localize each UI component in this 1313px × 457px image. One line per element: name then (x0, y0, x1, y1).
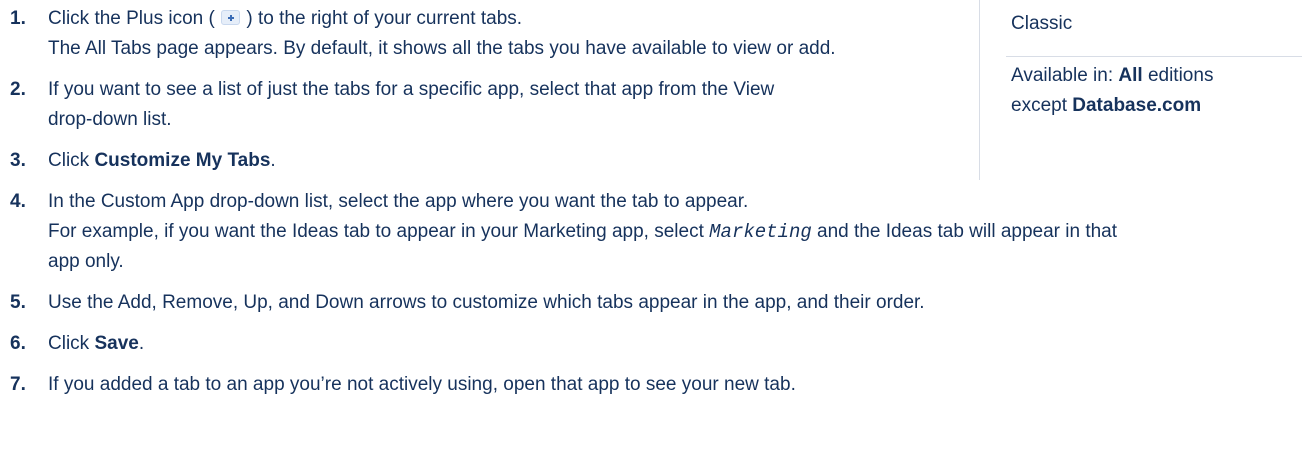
marketing-code-text: Marketing (709, 221, 812, 243)
availability-line-1: Available in: All editions (1011, 61, 1213, 91)
step-body: In the Custom App drop-down list, select… (48, 187, 1117, 277)
step-6-pre: Click (48, 333, 95, 354)
save-label: Save (94, 333, 139, 354)
availability-text: Available in: All editions except Databa… (1011, 61, 1213, 121)
except-database: Database.com (1072, 95, 1202, 116)
edition-sidebar: Classic Available in: All editions excep… (979, 0, 1313, 180)
step-1-line-1: Click the Plus icon ( ) to the right of … (48, 4, 836, 34)
availability-line-2: except Database.com (1011, 91, 1213, 121)
step-6-line: Click Save. (48, 329, 144, 359)
step-6-post: . (138, 333, 145, 354)
step-2-line-2: drop-down list. (48, 109, 172, 130)
except-prefix: except (1011, 95, 1073, 116)
step-number: 2. (10, 79, 26, 100)
step-4-line-2: For example, if you want the Ideas tab t… (48, 217, 1117, 247)
edition-label: Classic (1011, 13, 1073, 34)
step-3-line: Click Customize My Tabs. (48, 146, 276, 176)
availability-suffix: editions (1142, 65, 1214, 86)
step-number: 6. (10, 333, 26, 354)
availability-all: All (1118, 65, 1143, 86)
step-4-line-3: app only. (48, 251, 124, 272)
step-3-post: . (270, 150, 276, 171)
step-number: 3. (10, 150, 26, 171)
step-number: 5. (10, 292, 26, 313)
step-body: Click Customize My Tabs. (48, 146, 276, 176)
step-1-line-2: The All Tabs page appears. By default, i… (48, 38, 836, 59)
step-3-pre: Click (48, 150, 95, 171)
step-number: 7. (10, 374, 26, 395)
step-4-text-a: For example, if you want the Ideas tab t… (48, 221, 710, 242)
step-number: 4. (10, 191, 26, 212)
customize-my-tabs-label: Customize My Tabs (94, 150, 271, 171)
step-body: Use the Add, Remove, Up, and Down arrows… (48, 288, 925, 318)
step-1-text-a: Click the Plus icon ( (48, 8, 215, 29)
step-1-text-b: ) to the right of your current tabs. (246, 8, 523, 29)
availability-prefix: Available in: (1011, 65, 1119, 86)
plus-icon (221, 10, 241, 25)
step-body: If you added a tab to an app you’re not … (48, 370, 796, 400)
step-body: If you want to see a list of just the ta… (48, 75, 774, 135)
step-body: Click the Plus icon ( ) to the right of … (48, 4, 836, 64)
sidebar-divider (1006, 56, 1302, 57)
step-2-line-1: If you want to see a list of just the ta… (48, 79, 775, 100)
step-4-text-b: and the Ideas tab will appear in that (811, 221, 1118, 242)
step-4-line-1: In the Custom App drop-down list, select… (48, 191, 749, 212)
step-number: 1. (10, 8, 26, 29)
step-5-line: Use the Add, Remove, Up, and Down arrows… (48, 292, 925, 313)
step-body: Click Save. (48, 329, 144, 359)
step-7-line: If you added a tab to an app you’re not … (48, 374, 796, 395)
